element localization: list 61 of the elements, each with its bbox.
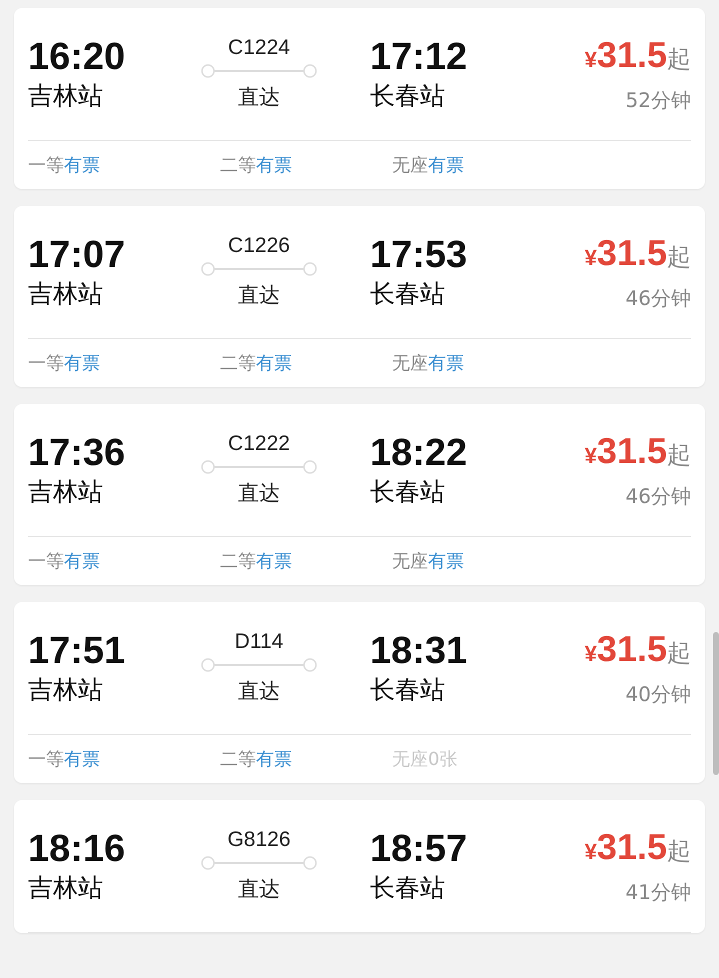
- route-line-icon: [201, 856, 317, 870]
- train-number: C1222: [228, 432, 290, 456]
- route-line-icon: [201, 262, 317, 276]
- departure-station: 吉林站: [28, 80, 104, 112]
- route-line-icon: [201, 460, 317, 474]
- seat-availability: 一等有票: [28, 748, 101, 771]
- departure-time: 17:07: [28, 233, 126, 277]
- duration: 41分钟: [626, 879, 691, 906]
- price: ¥31.5起: [584, 429, 691, 473]
- train-card[interactable]: 17:36 吉林站 C1222 直达 18:22 长春站 ¥31.5起 46分钟 一等有票 二等有票 无座有票: [14, 404, 705, 585]
- train-card[interactable]: 18:16 吉林站 G8126 直达 18:57 长春站 ¥31.5起 41分钟: [14, 800, 705, 933]
- seat-availability: 一等有票: [28, 352, 101, 375]
- seat-availability: 无座有票: [392, 154, 465, 177]
- arrival-time: 17:12: [370, 35, 468, 79]
- route-type: 直达: [238, 282, 280, 309]
- duration: 52分钟: [626, 87, 691, 114]
- duration: 46分钟: [626, 483, 691, 510]
- arrival-time: 18:22: [370, 431, 468, 475]
- arrival-time: 18:31: [370, 629, 468, 673]
- arrival-station: 长春站: [370, 872, 446, 904]
- train-number: D114: [234, 630, 284, 654]
- departure-station: 吉林站: [28, 476, 104, 508]
- scrollbar[interactable]: [713, 632, 719, 775]
- duration: 40分钟: [626, 681, 691, 708]
- train-card[interactable]: 17:07 吉林站 C1226 直达 17:53 长春站 ¥31.5起 46分钟 一等有票 二等有票 无座有票: [14, 206, 705, 387]
- price: ¥31.5起: [584, 825, 691, 869]
- seat-availability: 无座有票: [392, 550, 465, 573]
- departure-station: 吉林站: [28, 872, 104, 904]
- price: ¥31.5起: [584, 33, 691, 77]
- departure-station: 吉林站: [28, 674, 104, 706]
- arrival-time: 17:53: [370, 233, 468, 277]
- route-type: 直达: [238, 876, 280, 903]
- departure-time: 18:16: [28, 827, 126, 871]
- arrival-station: 长春站: [370, 674, 446, 706]
- departure-time: 16:20: [28, 35, 126, 79]
- train-number: C1224: [228, 36, 290, 60]
- seat-availability: 无座有票: [392, 352, 465, 375]
- seat-availability: 一等有票: [28, 154, 101, 177]
- seat-availability: 二等有票: [220, 154, 293, 177]
- duration: 46分钟: [626, 285, 691, 312]
- route-line-icon: [201, 658, 317, 672]
- arrival-station: 长春站: [370, 80, 446, 112]
- arrival-time: 18:57: [370, 827, 468, 871]
- route-type: 直达: [238, 678, 280, 705]
- departure-time: 17:36: [28, 431, 126, 475]
- seat-availability: 二等有票: [220, 352, 293, 375]
- seat-availability: 二等有票: [220, 550, 293, 573]
- train-card[interactable]: 16:20 吉林站 C1224 直达 17:12 长春站 ¥31.5起 52分钟 一等有票 二等有票 无座有票: [14, 8, 705, 189]
- departure-time: 17:51: [28, 629, 126, 673]
- route-type: 直达: [238, 480, 280, 507]
- seat-availability: 二等有票: [220, 748, 293, 771]
- price: ¥31.5起: [584, 231, 691, 275]
- arrival-station: 长春站: [370, 476, 446, 508]
- route-line-icon: [201, 64, 317, 78]
- train-number: C1226: [228, 234, 290, 258]
- train-number: G8126: [227, 828, 291, 852]
- departure-station: 吉林站: [28, 278, 104, 310]
- seat-availability: 一等有票: [28, 550, 101, 573]
- route-type: 直达: [238, 84, 280, 111]
- arrival-station: 长春站: [370, 278, 446, 310]
- price: ¥31.5起: [584, 627, 691, 671]
